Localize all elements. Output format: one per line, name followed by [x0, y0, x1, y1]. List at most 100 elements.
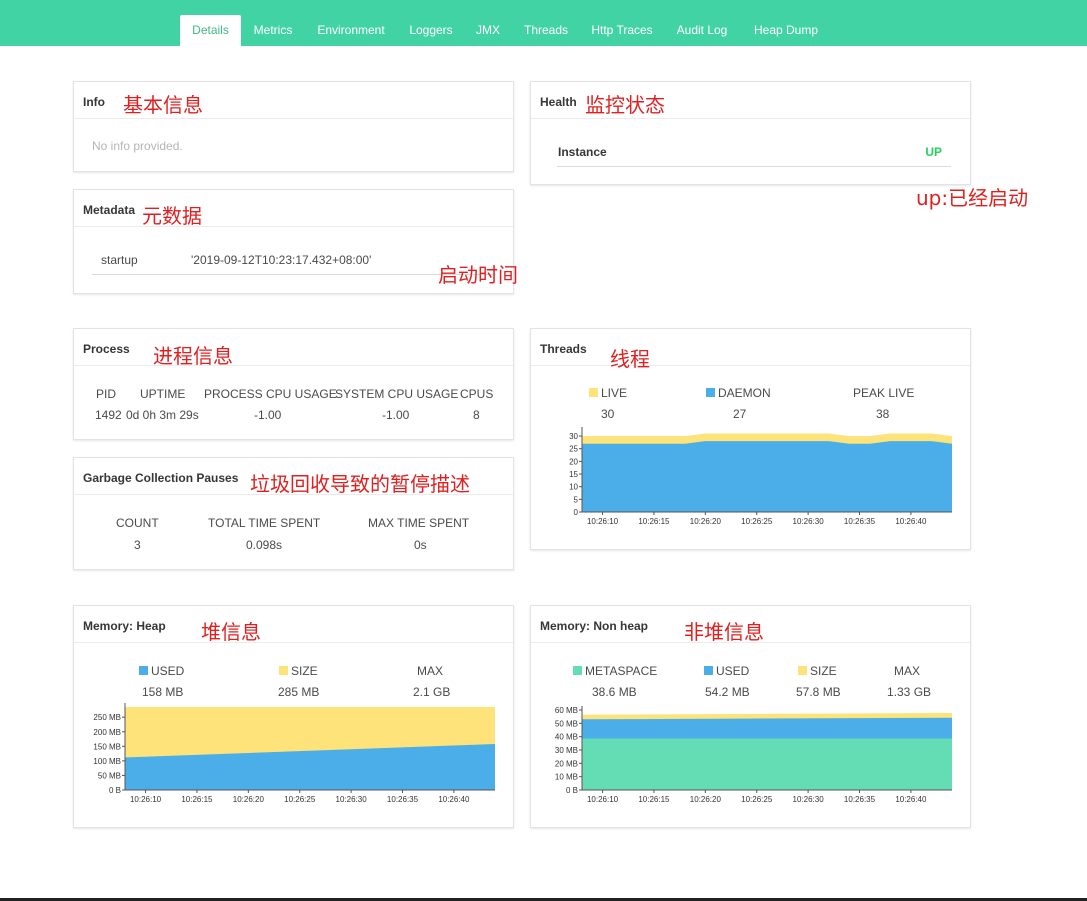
tab-http-traces[interactable]: Http Traces [585, 15, 659, 46]
heap-size-swatch [279, 666, 288, 675]
threads-y-tick-label: 30 [569, 432, 578, 441]
nonheap-x-tick-label: 10:26:10 [587, 795, 619, 804]
heap-y-tick-label: 100 MB [93, 757, 121, 766]
metadata-divider [92, 274, 496, 275]
threads-x-tick-label: 10:26:15 [638, 517, 670, 526]
nonheap-x-tick-label: 10:26:40 [895, 795, 927, 804]
heap-legend-size: SIZE [279, 664, 318, 678]
info-empty-text: No info provided. [92, 139, 183, 153]
heap-x-tick-label: 10:26:40 [438, 795, 470, 804]
threads-peak-live-value: 38 [876, 407, 890, 421]
top-nav-bar: Details Metrics Environment Loggers JMX … [0, 0, 1087, 46]
nonheap-chart: 0 B 10 MB 20 MB 30 MB 40 MB 50 MB 60 MB 10:26:1… [555, 706, 952, 804]
nonheap-y-tick-label: 20 MB [555, 759, 578, 768]
heap-legend-size-label: SIZE [291, 664, 318, 678]
threads-x-tick-label: 10:26:20 [690, 517, 722, 526]
metadata-value-annotation: 启动时间 [438, 263, 518, 287]
health-status-badge: UP [925, 145, 942, 159]
info-annotation: 基本信息 [123, 93, 203, 117]
heap-y-tick-label: 250 MB [93, 713, 121, 722]
process-header-system-cpu: SYSTEM CPU USAGE [335, 387, 459, 401]
threads-series-daemon [582, 441, 952, 512]
threads-legend-peak-live: PEAK LIVE [853, 386, 915, 400]
metadata-card-title: Metadata [83, 203, 136, 217]
threads-y-tick-label: 10 [569, 483, 578, 492]
heap-y-tick-label: 150 MB [93, 742, 121, 751]
nonheap-legend-max: MAX [894, 664, 921, 678]
heap-y-tick-label: 0 B [109, 786, 121, 795]
heap-legend-used-label: USED [151, 664, 185, 678]
threads-x-tick-label: 10:26:30 [793, 517, 825, 526]
gc-max-time-value: 0s [414, 538, 427, 552]
gc-header-max-time: MAX TIME SPENT [368, 516, 470, 530]
heap-used-value: 158 MB [142, 685, 184, 699]
nonheap-y-tick-label: 10 MB [555, 773, 578, 782]
health-instance-label: Instance [558, 145, 607, 159]
heap-x-tick-label: 10:26:20 [233, 795, 265, 804]
tab-loggers[interactable]: Loggers [404, 15, 458, 46]
nonheap-legend-used-label: USED [716, 664, 750, 678]
threads-y-tick-label: 15 [569, 470, 578, 479]
heap-x-tick-label: 10:26:15 [181, 795, 213, 804]
nonheap-x-tick-label: 10:26:15 [638, 795, 670, 804]
gc-annotation: 垃圾回收导致的暂停描述 [250, 472, 470, 496]
gc-header-total-time: TOTAL TIME SPENT [208, 516, 321, 530]
info-card-title: Info [83, 95, 105, 109]
nonheap-series-metaspace [582, 738, 952, 790]
threads-y-tick-label: 0 [574, 508, 579, 517]
tab-threads[interactable]: Threads [518, 15, 574, 46]
process-card: Process PID UPTIME PROCESS CPU USAGE SYS… [73, 328, 514, 440]
metadata-value: '2019-09-12T10:23:17.432+08:00' [191, 253, 372, 267]
gc-total-time-value: 0.098s [246, 538, 283, 552]
threads-x-tick-label: 10:26:10 [587, 517, 619, 526]
process-header-cpus: CPUS [460, 387, 494, 401]
gc-count-value: 3 [134, 538, 141, 552]
nonheap-legend-metaspace-label: METASPACE [585, 664, 658, 678]
nonheap-x-tick-label: 10:26:20 [690, 795, 722, 804]
threads-live-value: 30 [601, 407, 615, 421]
threads-y-tick-label: 5 [574, 495, 579, 504]
heap-legend-used: USED [139, 664, 184, 678]
threads-annotation: 线程 [610, 347, 650, 371]
threads-x-tick-label: 10:26:25 [741, 517, 773, 526]
threads-x-tick-label: 10:26:40 [895, 517, 927, 526]
nonheap-y-tick-label: 60 MB [555, 706, 578, 715]
health-annotation: 监控状态 [585, 93, 665, 117]
nonheap-size-value: 57.8 MB [796, 685, 841, 699]
nonheap-y-tick-label: 0 B [566, 786, 578, 795]
threads-legend-live-label: LIVE [601, 386, 628, 400]
tab-details[interactable]: Details [180, 15, 241, 46]
daemon-swatch [706, 388, 715, 397]
process-cpu-value: -1.00 [254, 408, 282, 422]
metadata-key: startup [101, 253, 138, 267]
tab-metrics[interactable]: Metrics [248, 15, 298, 46]
gc-card-title: Garbage Collection Pauses [83, 471, 239, 485]
process-annotation: 进程信息 [153, 344, 233, 368]
heap-x-tick-label: 10:26:10 [130, 795, 162, 804]
threads-legend-live: LIVE [589, 386, 627, 400]
nonheap-x-tick-label: 10:26:30 [793, 795, 825, 804]
nonheap-legend-used: USED [704, 664, 749, 678]
heap-size-value: 285 MB [278, 685, 320, 699]
tab-heap-dump[interactable]: Heap Dump [747, 15, 825, 46]
threads-card: Threads LIVE DAEMON PEAK LIVE 30 27 38 0… [530, 328, 971, 550]
heap-annotation: 堆信息 [201, 620, 261, 644]
threads-y-tick-label: 25 [569, 445, 578, 454]
heap-card-title: Memory: Heap [83, 619, 166, 633]
threads-card-title: Threads [540, 342, 587, 356]
heap-max-value: 2.1 GB [413, 685, 451, 699]
tab-audit-log[interactable]: Audit Log [671, 15, 733, 46]
nonheap-legend-size-label: SIZE [810, 664, 837, 678]
process-card-title: Process [83, 342, 130, 356]
cpus-value: 8 [473, 408, 480, 422]
threads-daemon-value: 27 [733, 407, 747, 421]
tab-environment[interactable]: Environment [310, 15, 392, 46]
heap-card-header: Memory: Heap [74, 606, 513, 643]
tab-jmx[interactable]: JMX [471, 15, 505, 46]
heap-legend-max: MAX [417, 664, 444, 678]
heap-card: Memory: Heap USED SIZE MAX 158 MB 285 MB… [73, 605, 514, 828]
metaspace-value: 38.6 MB [592, 685, 637, 699]
nonheap-legend-size: SIZE [798, 664, 837, 678]
threads-legend-daemon: DAEMON [706, 386, 771, 400]
health-status-annotation: up:已经启动 [916, 186, 1029, 210]
